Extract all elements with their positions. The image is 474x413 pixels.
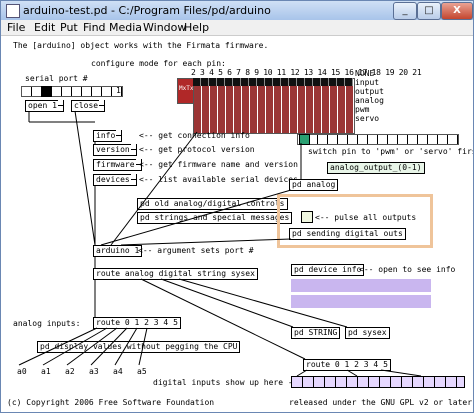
window-title: arduino-test.pd - C:/Program Files/pd/ar…	[23, 4, 271, 17]
menu-put[interactable]: Put	[60, 21, 78, 34]
pd-app-icon	[6, 4, 20, 18]
menu-file[interactable]: File	[7, 21, 25, 34]
close-button[interactable]: X	[441, 2, 473, 20]
menu-media[interactable]: Media	[109, 21, 142, 34]
title-bar[interactable]: arduino-test.pd - C:/Program Files/pd/ar…	[1, 1, 473, 20]
menu-edit[interactable]: Edit	[34, 21, 55, 34]
minimize-button[interactable]: _	[393, 2, 417, 20]
menu-bar: File Edit Put Find Media Window Help	[1, 20, 473, 36]
menu-help[interactable]: Help	[184, 21, 209, 34]
patch-wires	[18, 110, 422, 377]
maximize-button[interactable]: □	[417, 2, 441, 20]
pd-window: arduino-test.pd - C:/Program Files/pd/ar…	[0, 0, 474, 413]
menu-find[interactable]: Find	[83, 21, 106, 34]
patch-canvas[interactable]: The [arduino] object works with the Firm…	[1, 36, 473, 412]
menu-window[interactable]: Window	[143, 21, 186, 34]
